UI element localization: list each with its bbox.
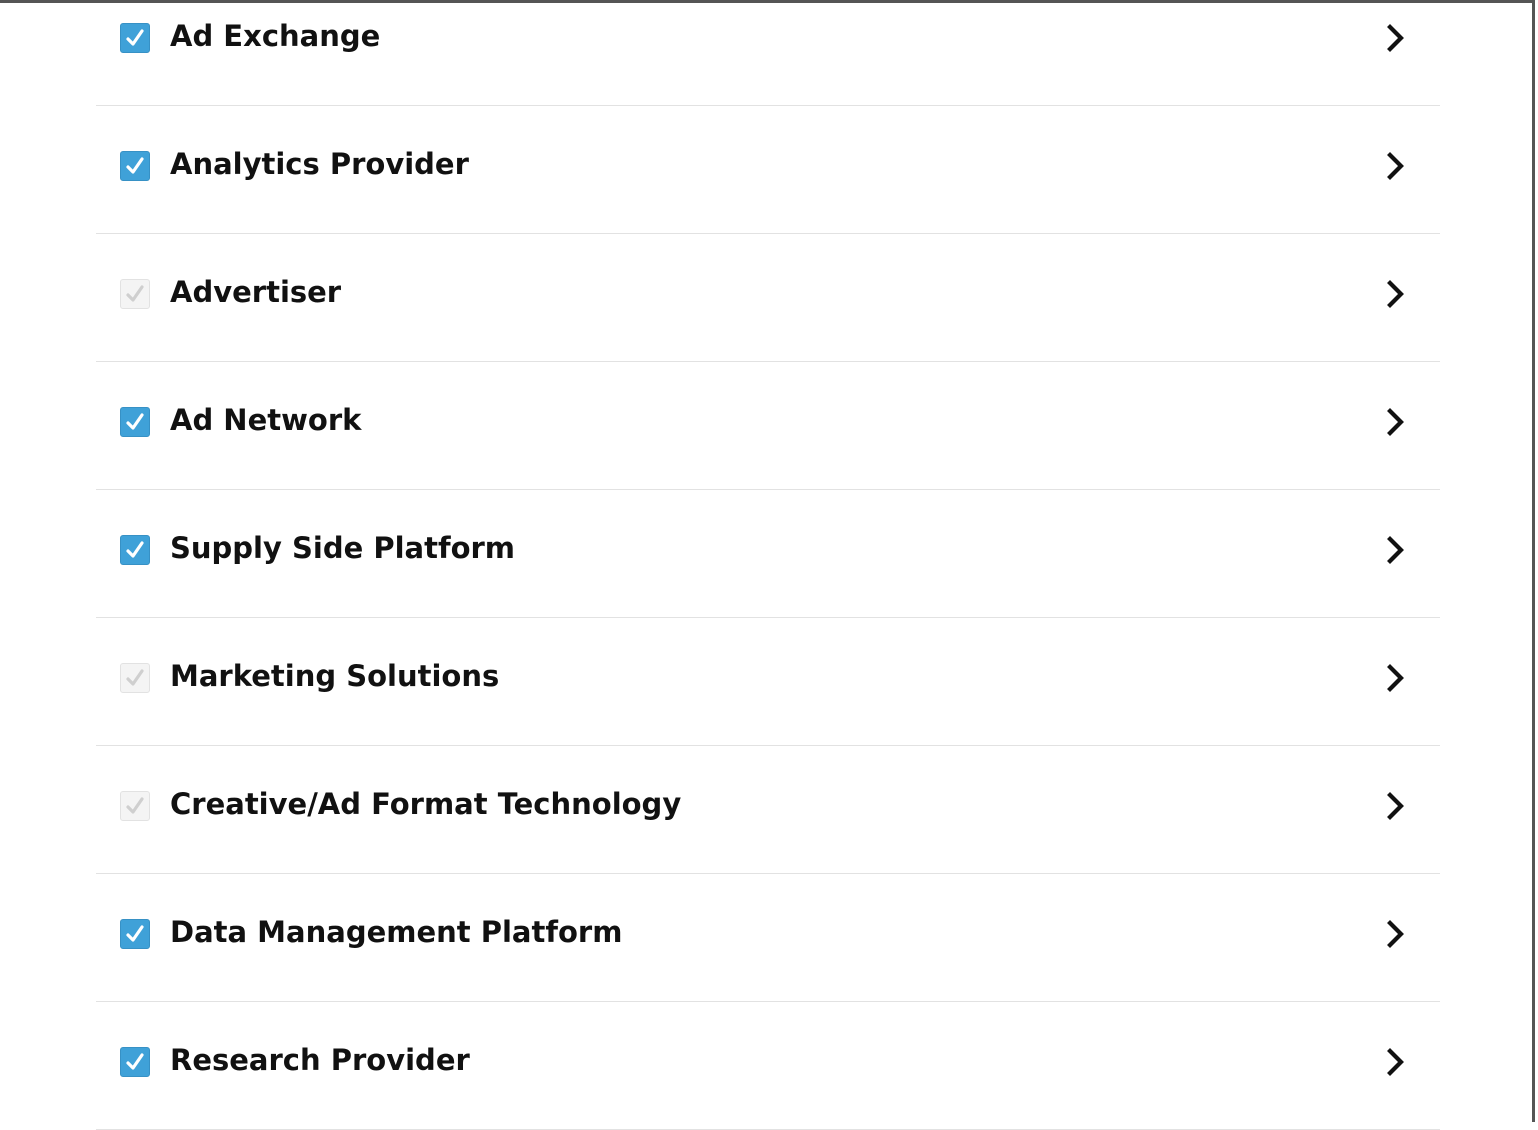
checkmark-icon bbox=[126, 413, 144, 430]
category-label: Supply Side Platform bbox=[170, 531, 516, 565]
category-checkbox[interactable] bbox=[120, 663, 150, 693]
chevron-right-icon[interactable] bbox=[1384, 22, 1408, 54]
chevron-right-icon[interactable] bbox=[1384, 406, 1408, 438]
category-checkbox[interactable] bbox=[120, 919, 150, 949]
list-item-7[interactable]: Creative/Ad Format Technology bbox=[96, 746, 1440, 874]
vendor-category-list: Ad Exchange Analytics Provider Advertise… bbox=[96, 0, 1440, 1130]
checkmark-icon bbox=[126, 157, 144, 174]
checkmark-icon bbox=[126, 925, 144, 942]
chevron-right-icon[interactable] bbox=[1384, 150, 1408, 182]
category-checkbox[interactable] bbox=[120, 791, 150, 821]
checkmark-icon bbox=[126, 29, 144, 46]
category-checkbox[interactable] bbox=[120, 279, 150, 309]
chevron-right-icon[interactable] bbox=[1384, 534, 1408, 566]
chevron-right-icon[interactable] bbox=[1384, 1046, 1408, 1078]
category-checkbox[interactable] bbox=[120, 535, 150, 565]
checkmark-icon bbox=[126, 1053, 144, 1070]
list-item-3[interactable]: Advertiser bbox=[96, 234, 1440, 362]
category-label: Ad Network bbox=[170, 403, 362, 437]
category-label: Creative/Ad Format Technology bbox=[170, 787, 682, 821]
list-item-5[interactable]: Supply Side Platform bbox=[96, 490, 1440, 618]
checkmark-icon bbox=[126, 797, 144, 814]
category-checkbox[interactable] bbox=[120, 151, 150, 181]
list-item-8[interactable]: Data Management Platform bbox=[96, 874, 1440, 1002]
chevron-right-icon[interactable] bbox=[1384, 662, 1408, 694]
list-item-6[interactable]: Marketing Solutions bbox=[96, 618, 1440, 746]
category-label: Marketing Solutions bbox=[170, 659, 500, 693]
category-checkbox[interactable] bbox=[120, 1047, 150, 1077]
category-checkbox[interactable] bbox=[120, 407, 150, 437]
checkmark-icon bbox=[126, 285, 144, 302]
list-item-2[interactable]: Analytics Provider bbox=[96, 106, 1440, 234]
category-label: Research Provider bbox=[170, 1043, 470, 1077]
checkmark-icon bbox=[126, 669, 144, 686]
category-label: Data Management Platform bbox=[170, 915, 623, 949]
category-label: Ad Exchange bbox=[170, 19, 381, 53]
vendor-category-panel: Ad Exchange Analytics Provider Advertise… bbox=[0, 0, 1535, 1130]
list-item-1[interactable]: Ad Exchange bbox=[96, 0, 1440, 106]
category-label: Analytics Provider bbox=[170, 147, 469, 181]
list-item-9[interactable]: Research Provider bbox=[96, 1002, 1440, 1130]
checkmark-icon bbox=[126, 541, 144, 558]
category-label: Advertiser bbox=[170, 275, 342, 309]
category-checkbox[interactable] bbox=[120, 23, 150, 53]
list-item-4[interactable]: Ad Network bbox=[96, 362, 1440, 490]
chevron-right-icon[interactable] bbox=[1384, 790, 1408, 822]
chevron-right-icon[interactable] bbox=[1384, 918, 1408, 950]
chevron-right-icon[interactable] bbox=[1384, 278, 1408, 310]
